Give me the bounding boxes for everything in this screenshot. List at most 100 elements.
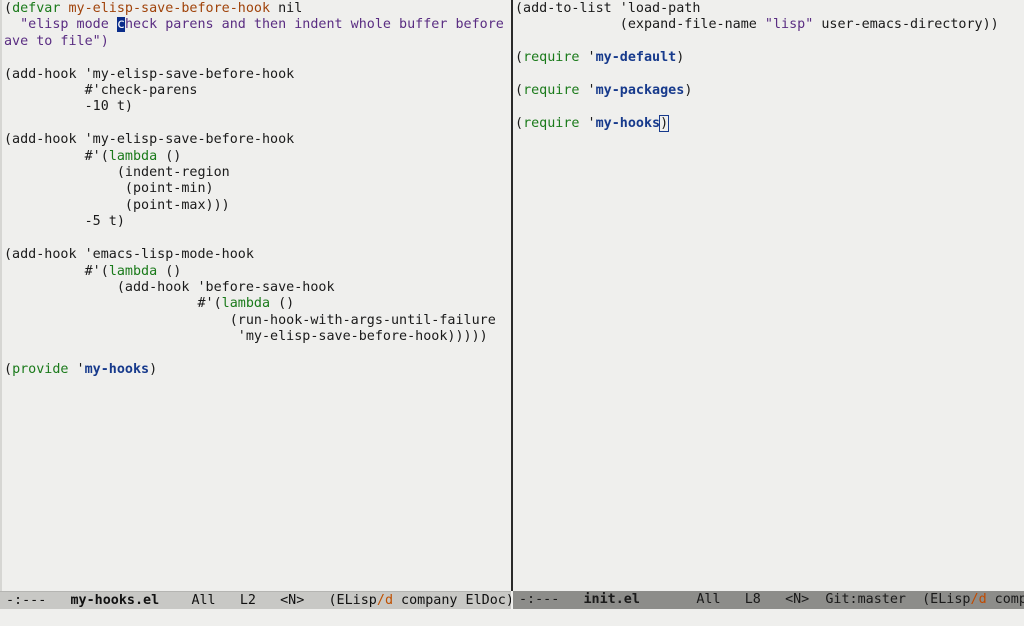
right-code-line: (require 'my-default) <box>515 50 684 65</box>
code-token: (add-hook 'my-elisp-save-before-hook <box>4 132 295 148</box>
code-token: ave to file") <box>4 33 109 49</box>
left-code-line: (add-hook 'my-elisp-save-before-hook <box>4 132 294 147</box>
left-code-line: "elisp mode check parens and then indent… <box>4 17 511 33</box>
code-token: "lisp" <box>764 17 814 33</box>
code-token: my-default <box>595 50 677 66</box>
modeline-major-mode[interactable]: (ELisp/d <box>922 592 987 607</box>
left-code-line: 'my-elisp-save-before-hook))))) <box>4 329 488 344</box>
right-code-line: (require 'my-packages) <box>515 83 692 98</box>
code-token: defvar <box>12 1 61 16</box>
code-token: () <box>157 263 182 279</box>
modeline-buffer-name[interactable]: my-hooks.el <box>71 593 160 608</box>
code-token: my-hooks <box>84 361 150 377</box>
code-token: ( <box>515 50 524 66</box>
mode-line-my-hooks[interactable]: -:--- my-hooks.el All L2 <N> (ELisp/d co… <box>0 591 511 609</box>
code-token: require <box>523 115 580 131</box>
code-token: (add-hook 'before-save-hook <box>4 279 335 295</box>
code-token: ' <box>579 83 596 99</box>
left-code-line: (run-hook-with-args-until-failure <box>4 313 496 328</box>
code-token: lambda <box>108 148 158 164</box>
modeline-narrow-indicator: <N> <box>785 592 810 607</box>
modeline-position: All <box>696 592 721 607</box>
code-token: ( <box>4 1 13 16</box>
code-token: ) <box>676 50 685 66</box>
code-token: -10 t) <box>4 99 133 115</box>
modeline-line-number: L2 <box>239 593 256 608</box>
left-code-line: (add-hook 'my-elisp-save-before-hook <box>4 67 294 82</box>
editor-window-my-hooks[interactable]: (defvar my-elisp-save-before-hook nil "e… <box>0 0 511 591</box>
code-token: "elisp mode <box>20 17 117 33</box>
code-token: (expand-file-name <box>515 17 765 33</box>
code-token: ) <box>149 361 158 377</box>
code-token: require <box>523 50 580 66</box>
code-token: () <box>270 296 295 312</box>
code-token: lambda <box>221 296 271 312</box>
left-code-line: (point-min) <box>4 181 214 196</box>
code-token: (run-hook-with-args-until-failure <box>4 312 496 328</box>
editor-window-init[interactable]: (add-to-list 'load-path (expand-file-nam… <box>513 0 1024 591</box>
text-cursor: c <box>116 17 125 33</box>
code-token: #'( <box>4 263 109 279</box>
code-token: ) <box>684 83 693 99</box>
left-code-line: #'(lambda () <box>4 296 294 311</box>
code-token: provide <box>12 361 69 377</box>
code-token: nil <box>270 1 303 16</box>
modeline-minor-modes[interactable]: company ElDoc) <box>393 593 511 608</box>
left-code-line: ave to file") <box>4 34 109 49</box>
modeline-line-number: L8 <box>744 592 761 607</box>
code-token: (add-hook 'my-elisp-save-before-hook <box>4 66 295 82</box>
code-token: heck parens and then indent whole buffer… <box>124 17 511 33</box>
code-token: () <box>157 148 182 164</box>
code-token: #'check-parens <box>4 83 198 99</box>
mode-line-init[interactable]: -:--- init.el All L8 <N> Git:master (ELi… <box>513 591 1024 609</box>
modeline-status: -:--- <box>6 593 47 608</box>
code-token: ( <box>515 83 524 99</box>
buffer-text-my-hooks[interactable]: (defvar my-elisp-save-before-hook nil "e… <box>2 0 511 378</box>
code-token: (add-hook 'emacs-lisp-mode-hook <box>4 247 254 263</box>
left-code-line: #'(lambda () <box>4 148 182 164</box>
matching-paren-highlight: ) <box>659 114 670 132</box>
modeline-minor-modes[interactable]: comp <box>987 592 1024 607</box>
modeline-buffer-name[interactable]: init.el <box>584 592 640 607</box>
modeline-vc-branch[interactable]: Git:master <box>825 592 906 607</box>
code-token: #'( <box>4 148 109 164</box>
left-code-line: (add-hook 'emacs-lisp-mode-hook <box>4 247 254 262</box>
right-code-line: (add-to-list 'load-path <box>515 1 700 16</box>
left-code-line: -10 t) <box>4 99 133 114</box>
left-code-line: -5 t) <box>4 214 125 229</box>
left-code-line: (indent-region <box>4 165 230 180</box>
left-code-line: #'(lambda () <box>4 263 182 279</box>
code-token: (point-min) <box>4 181 214 197</box>
code-token: (indent-region <box>4 165 230 181</box>
minibuffer[interactable] <box>0 609 1024 626</box>
left-code-line: (provide 'my-hooks) <box>4 362 157 377</box>
left-code-line: (defvar my-elisp-save-before-hook nil <box>4 1 302 16</box>
code-token: (add-to-list 'load-path <box>515 1 701 16</box>
emacs-frame: (defvar my-elisp-save-before-hook nil "e… <box>0 0 1024 626</box>
left-code-line: #'check-parens <box>4 83 198 99</box>
code-token: ' <box>68 361 85 377</box>
code-token: ( <box>4 361 13 377</box>
left-code-line: (add-hook 'before-save-hook <box>4 280 335 295</box>
code-token: require <box>523 83 580 99</box>
left-code-line: (point-max))) <box>4 198 230 213</box>
code-token: -5 t) <box>4 214 125 230</box>
modeline-position: All <box>191 593 216 608</box>
code-token: ' <box>579 50 596 66</box>
modeline-major-mode[interactable]: (ELisp/d <box>329 593 394 608</box>
modeline-status: -:--- <box>519 592 560 607</box>
code-token: my-elisp-save-before-hook <box>68 1 271 16</box>
code-token: user-emacs-directory)) <box>813 17 999 33</box>
modeline-narrow-indicator: <N> <box>280 593 305 608</box>
code-token: lambda <box>108 263 158 279</box>
buffer-text-init[interactable]: (add-to-list 'load-path (expand-file-nam… <box>513 0 1024 132</box>
code-token: ( <box>515 115 524 131</box>
code-token: #'( <box>4 296 222 312</box>
code-token: ' <box>579 115 596 131</box>
right-code-line: (require 'my-hooks) <box>515 114 670 132</box>
right-code-line: (expand-file-name "lisp" user-emacs-dire… <box>515 17 999 32</box>
code-token: (point-max))) <box>4 197 230 213</box>
code-token: my-packages <box>595 83 685 99</box>
